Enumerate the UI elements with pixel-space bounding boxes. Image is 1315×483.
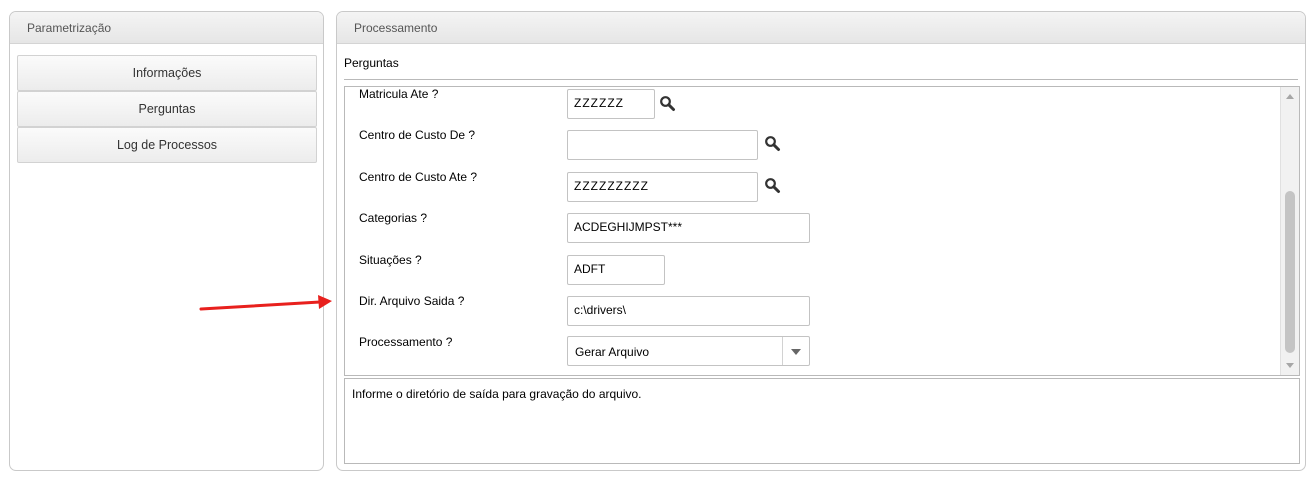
- subtitle-divider: [344, 79, 1298, 80]
- log-de-processos-button[interactable]: Log de Processos: [17, 127, 317, 163]
- centro-custo-de-input[interactable]: [567, 130, 758, 160]
- parametrizacao-header: Parametrização: [10, 12, 323, 44]
- centro-custo-de-label: Centro de Custo De ?: [359, 128, 476, 142]
- centro-custo-ate-label: Centro de Custo Ate ?: [359, 170, 478, 184]
- scroll-down-icon[interactable]: [1286, 363, 1294, 368]
- search-icon[interactable]: [764, 135, 782, 153]
- help-text-area: Informe o diretório de saída para gravaç…: [344, 378, 1300, 464]
- chevron-down-icon: [791, 349, 801, 355]
- matricula-ate-label: Matricula Ate ?: [359, 87, 439, 101]
- categorias-label: Categorias ?: [359, 211, 428, 225]
- perguntas-subtitle: Perguntas: [344, 56, 399, 70]
- perguntas-button[interactable]: Perguntas: [17, 91, 317, 127]
- parametrizacao-panel: Parametrização Informações Perguntas Log…: [9, 11, 324, 471]
- processamento-selected-value: Gerar Arquivo: [575, 345, 650, 359]
- select-separator: [782, 337, 783, 365]
- scroll-up-icon[interactable]: [1286, 94, 1294, 99]
- centro-custo-ate-input[interactable]: ZZZZZZZZZ: [567, 172, 758, 202]
- dir-arquivo-saida-label: Dir. Arquivo Saida ?: [359, 294, 465, 308]
- dir-arquivo-saida-input[interactable]: c:\drivers\: [567, 296, 810, 326]
- questions-form: Matricula Ate ? ZZZZZZ Centro de Custo D…: [344, 86, 1300, 376]
- categorias-input[interactable]: ACDEGHIJMPST***: [567, 213, 810, 243]
- informacoes-button[interactable]: Informações: [17, 55, 317, 91]
- processamento-select[interactable]: Gerar Arquivo: [567, 336, 810, 366]
- processamento-panel: Processamento Perguntas Matricula Ate ? …: [336, 11, 1306, 471]
- help-text: Informe o diretório de saída para gravaç…: [352, 387, 642, 401]
- search-icon[interactable]: [764, 177, 782, 195]
- processamento-header: Processamento: [337, 12, 1305, 44]
- search-icon[interactable]: [659, 95, 677, 113]
- scroll-thumb[interactable]: [1285, 191, 1295, 353]
- matricula-ate-input[interactable]: ZZZZZZ: [567, 89, 655, 119]
- processamento-label: Processamento ?: [359, 335, 453, 349]
- form-scrollbar[interactable]: [1280, 87, 1299, 375]
- situacoes-label: Situações ?: [359, 253, 422, 267]
- situacoes-input[interactable]: ADFT: [567, 255, 665, 285]
